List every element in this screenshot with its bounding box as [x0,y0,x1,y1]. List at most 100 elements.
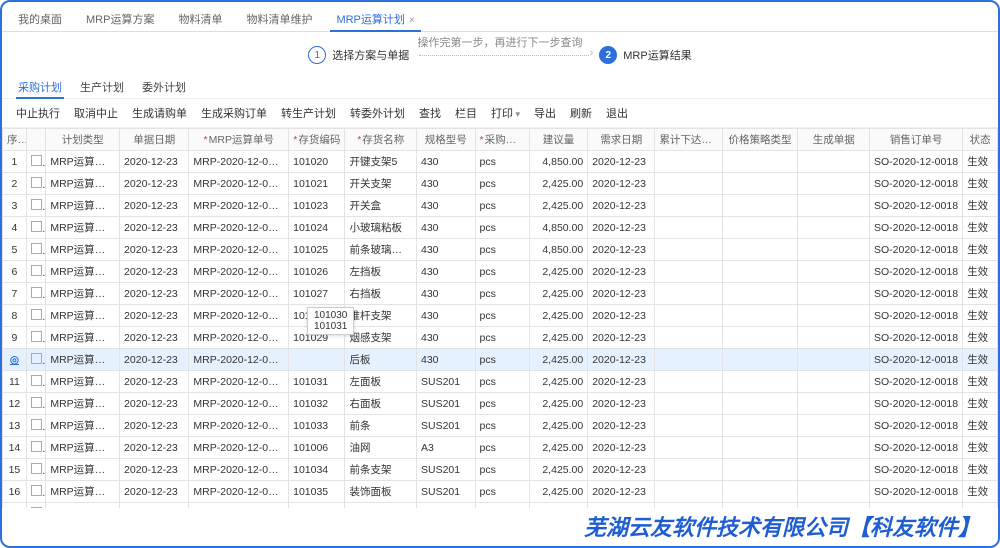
toolbar-中止执行[interactable]: 中止执行 [16,105,60,121]
checkbox-icon[interactable] [31,441,42,452]
doc-date: 2020-12-23 [120,261,189,283]
mrp-no: MRP-2020-12-0021 [189,217,289,239]
col-存货名称[interactable]: 存货名称 [345,129,417,151]
tab-4[interactable]: MRP运算计划× [330,7,420,31]
tab-0[interactable]: 我的桌面 [12,7,68,31]
col-建议量[interactable]: 建议量 [529,129,588,151]
tab-2[interactable]: 物料清单 [172,7,228,31]
row-check [26,305,46,327]
col-MRP运算单号[interactable]: MRP运算单号 [189,129,289,151]
checkbox-icon[interactable] [31,243,42,254]
checkbox-icon[interactable] [31,309,42,320]
toolbar-转委外计划[interactable]: 转委外计划 [350,105,405,121]
table-row[interactable]: 9MRP运算生成2020-12-23MRP-2020-12-0021101029… [3,327,998,349]
col-计划类型[interactable]: 计划类型 [46,129,120,151]
checkbox-icon[interactable] [31,485,42,496]
table-row[interactable]: 12MRP运算生成2020-12-23MRP-2020-12-002110103… [3,393,998,415]
col-单据日期[interactable]: 单据日期 [120,129,189,151]
col-累计下达数量[interactable]: 累计下达数量 [655,129,722,151]
grid[interactable]: 序号计划类型单据日期MRP运算单号存货编码存货名称规格型号采购单位建议量需求日期… [2,128,998,508]
checkbox-icon[interactable] [31,507,42,509]
toolbar-导出[interactable]: 导出 [534,105,556,121]
table-body: 1MRP运算生成2020-12-23MRP-2020-12-0021101020… [3,151,998,509]
checkbox-icon[interactable] [31,397,42,408]
toolbar-取消中止[interactable]: 取消中止 [74,105,118,121]
col-状态[interactable]: 状态 [963,129,998,151]
inv-name: 后板 [345,349,417,371]
checkbox-icon[interactable] [31,375,42,386]
table-row[interactable]: 8MRP运算生成2020-12-23MRP-2020-12-0021101028… [3,305,998,327]
table-row[interactable]: 1MRP运算生成2020-12-23MRP-2020-12-0021101020… [3,151,998,173]
col-价格策略类型[interactable]: 价格策略类型 [722,129,798,151]
inv-name: 右面板 [345,393,417,415]
table-row[interactable]: 13MRP运算生成2020-12-23MRP-2020-12-002110103… [3,415,998,437]
so-no: SO-2020-12-0018 [869,239,962,261]
col-规格型号[interactable]: 规格型号 [417,129,476,151]
toolbar-打印[interactable]: 打印 [491,105,520,121]
so-no: SO-2020-12-0018 [869,459,962,481]
so-no: SO-2020-12-0018 [869,173,962,195]
doc-date: 2020-12-23 [120,305,189,327]
tab-3[interactable]: 物料清单维护 [240,7,318,31]
toolbar-刷新[interactable]: 刷新 [570,105,592,121]
table-row[interactable]: ◎MRP运算生成2020-12-23MRP-2020-12-0021后板430p… [3,349,998,371]
toolbar-退出[interactable]: 退出 [606,105,628,121]
code-tooltip[interactable]: 101030 101031 [307,307,354,335]
table-row[interactable]: 2MRP运算生成2020-12-23MRP-2020-12-0021101021… [3,173,998,195]
step-1[interactable]: 1 选择方案与单据 [308,46,409,64]
checkbox-icon[interactable] [31,221,42,232]
checkbox-icon[interactable] [31,419,42,430]
table-row[interactable]: 4MRP运算生成2020-12-23MRP-2020-12-0021101024… [3,217,998,239]
table-row[interactable]: 14MRP运算生成2020-12-23MRP-2020-12-002110100… [3,437,998,459]
checkbox-icon[interactable] [31,199,42,210]
suggest-qty: 2,425.00 [529,283,588,305]
so-no: SO-2020-12-0018 [869,393,962,415]
plan-type: MRP运算生成 [46,151,120,173]
unit: pcs [475,305,529,327]
col-序号[interactable]: 序号 [3,129,27,151]
table-row[interactable]: 17MRP运算生成2020-12-23MRP-2020-12-002110103… [3,503,998,509]
table-row[interactable]: 3MRP运算生成2020-12-23MRP-2020-12-0021101023… [3,195,998,217]
price-strategy [722,173,798,195]
subtab-1[interactable]: 生产计划 [78,76,126,98]
col-checkbox[interactable] [26,129,46,151]
spec: SUS201 [417,415,476,437]
inv-code: 101021 [289,173,345,195]
col-需求日期[interactable]: 需求日期 [588,129,655,151]
row-check [26,217,46,239]
checkbox-icon[interactable] [31,287,42,298]
toolbar-栏目[interactable]: 栏目 [455,105,477,121]
tab-1[interactable]: MRP运算方案 [80,7,160,31]
mrp-no: MRP-2020-12-0021 [189,239,289,261]
checkbox-icon[interactable] [31,353,42,364]
spec: 430 [417,349,476,371]
table-row[interactable]: 15MRP运算生成2020-12-23MRP-2020-12-002110103… [3,459,998,481]
subtab-0[interactable]: 采购计划 [16,76,64,98]
toolbar-生成采购订单[interactable]: 生成采购订单 [201,105,267,121]
step-2[interactable]: 2 MRP运算结果 [599,46,691,64]
checkbox-icon[interactable] [31,155,42,166]
col-采购单位[interactable]: 采购单位 [475,129,529,151]
table-row[interactable]: 11MRP运算生成2020-12-23MRP-2020-12-002110103… [3,371,998,393]
toolbar-转生产计划[interactable]: 转生产计划 [281,105,336,121]
table-row[interactable]: 7MRP运算生成2020-12-23MRP-2020-12-0021101027… [3,283,998,305]
mrp-no: MRP-2020-12-0021 [189,371,289,393]
table-row[interactable]: 5MRP运算生成2020-12-23MRP-2020-12-0021101025… [3,239,998,261]
unit: pcs [475,327,529,349]
close-icon[interactable]: × [409,15,415,26]
toolbar-生成请购单[interactable]: 生成请购单 [132,105,187,121]
checkbox-icon[interactable] [31,265,42,276]
col-生成单据[interactable]: 生成单据 [798,129,870,151]
checkbox-icon[interactable] [31,463,42,474]
toolbar-查找[interactable]: 查找 [419,105,441,121]
checkbox-icon[interactable] [31,177,42,188]
inv-name: 推杆支架 [345,305,417,327]
checkbox-icon[interactable] [31,331,42,342]
col-销售订单号[interactable]: 销售订单号 [869,129,962,151]
inv-code: 101034 [289,459,345,481]
subtab-2[interactable]: 委外计划 [140,76,188,98]
col-存货编码[interactable]: 存货编码 [289,129,345,151]
table-row[interactable]: 16MRP运算生成2020-12-23MRP-2020-12-002110103… [3,481,998,503]
table-row[interactable]: 6MRP运算生成2020-12-23MRP-2020-12-0021101026… [3,261,998,283]
suggest-qty: 4,850.00 [529,239,588,261]
